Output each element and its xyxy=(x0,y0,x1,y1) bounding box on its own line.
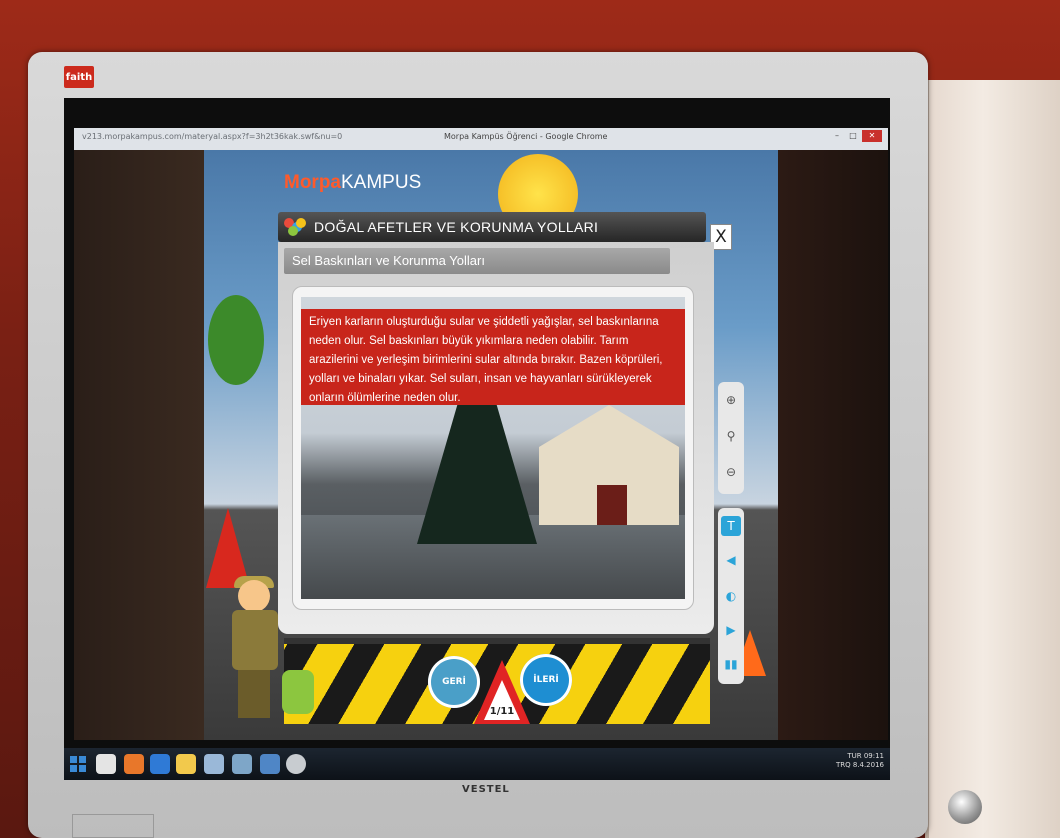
logo-suffix: KAMPUS xyxy=(341,172,422,193)
firefox-taskbar-icon[interactable] xyxy=(124,754,144,774)
text-toggle-icon[interactable]: T xyxy=(721,516,741,536)
lesson-modal: DOĞAL AFETLER VE KORUNMA YOLLARI X Sel B… xyxy=(278,212,744,684)
window-title: Morpa Kampüs Öğrenci - Google Chrome xyxy=(444,132,608,141)
book-icon[interactable]: ▮▮ xyxy=(721,654,741,674)
page-indicator: 1/11 xyxy=(489,706,515,717)
browser-titlebar: v213.morpakampus.com/materyal.aspx?f=3h2… xyxy=(74,128,888,151)
window-controls: – □ ✕ xyxy=(830,130,882,142)
lesson-description: Eriyen karların oluşturduğu sular ve şid… xyxy=(301,309,685,405)
close-window-button[interactable]: ✕ xyxy=(862,130,882,142)
app2-taskbar-icon[interactable] xyxy=(232,754,252,774)
zoom-out-icon[interactable]: ⊖ xyxy=(721,462,741,482)
house-door xyxy=(597,485,627,525)
zoom-in-icon[interactable]: ⊕ xyxy=(721,390,741,410)
content-card: Eriyen karların oluşturduğu sular ve şid… xyxy=(292,286,694,610)
app4-taskbar-icon[interactable] xyxy=(286,754,306,774)
tray-language: TUR xyxy=(847,752,862,760)
colorful-orbs-icon xyxy=(284,218,308,236)
monitor-brand: VESTEL xyxy=(462,784,510,795)
logo-prefix: Morpa xyxy=(284,172,341,193)
tray-region: TRQ xyxy=(835,761,851,769)
screen: v213.morpakampus.com/materyal.aspx?f=3h2… xyxy=(64,98,890,780)
modal-body: Sel Baskınları ve Korunma Yolları Eriyen… xyxy=(278,242,714,634)
windows-start-icon[interactable] xyxy=(70,756,86,772)
tray-time: 09:11 xyxy=(863,752,884,760)
app-taskbar-icon[interactable] xyxy=(204,754,224,774)
globe-icon[interactable]: ◐ xyxy=(721,586,741,606)
play-icon[interactable]: ▶ xyxy=(721,620,741,640)
minimize-button[interactable]: – xyxy=(830,130,844,142)
monitor-sticker xyxy=(72,814,154,838)
zoom-toolbar: ⊕ ⚲ ⊖ xyxy=(718,382,744,494)
next-button[interactable]: İLERİ xyxy=(520,654,572,706)
explorer-taskbar-icon[interactable] xyxy=(176,754,196,774)
maximize-button[interactable]: □ xyxy=(846,130,860,142)
zoom-reset-icon[interactable]: ⚲ xyxy=(721,426,741,446)
system-tray[interactable]: TUR 09:11 TRQ 8.4.2016 xyxy=(836,752,884,770)
app3-taskbar-icon[interactable] xyxy=(260,754,280,774)
tree-illustration xyxy=(208,295,264,385)
background-left xyxy=(74,150,204,740)
section-subtitle: Sel Baskınları ve Korunma Yolları xyxy=(284,248,670,274)
flood-photo: Eriyen karların oluşturduğu sular ve şid… xyxy=(301,297,685,599)
section-subtitle-text: Sel Baskınları ve Korunma Yolları xyxy=(292,253,485,268)
character-illustration xyxy=(224,576,284,730)
brand-badge: faith xyxy=(64,66,94,88)
cabinet xyxy=(925,80,1060,838)
modal-title: DOĞAL AFETLER VE KORUNMA YOLLARI xyxy=(314,219,599,235)
ie-taskbar-icon[interactable] xyxy=(150,754,170,774)
app-page: MorpaKAMPUS DOĞAL AFETLER VE KORUNMA YOL… xyxy=(74,150,888,740)
back-button[interactable]: GERİ xyxy=(428,656,480,708)
modal-header: DOĞAL AFETLER VE KORUNMA YOLLARI xyxy=(278,212,706,242)
cabinet-knob xyxy=(948,790,982,824)
morpa-logo: MorpaKAMPUS xyxy=(284,172,421,194)
chrome-taskbar-icon[interactable] xyxy=(96,754,116,774)
backpack-illustration xyxy=(282,670,314,714)
background-right xyxy=(778,150,888,740)
tray-date: 8.4.2016 xyxy=(852,761,884,769)
windows-taskbar: TUR 09:11 TRQ 8.4.2016 xyxy=(64,748,890,780)
audio-icon[interactable]: ◀ xyxy=(721,550,741,570)
media-toolbar: T ◀ ◐ ▶ ▮▮ xyxy=(718,508,744,684)
address-bar[interactable]: v213.morpakampus.com/materyal.aspx?f=3h2… xyxy=(82,132,342,141)
